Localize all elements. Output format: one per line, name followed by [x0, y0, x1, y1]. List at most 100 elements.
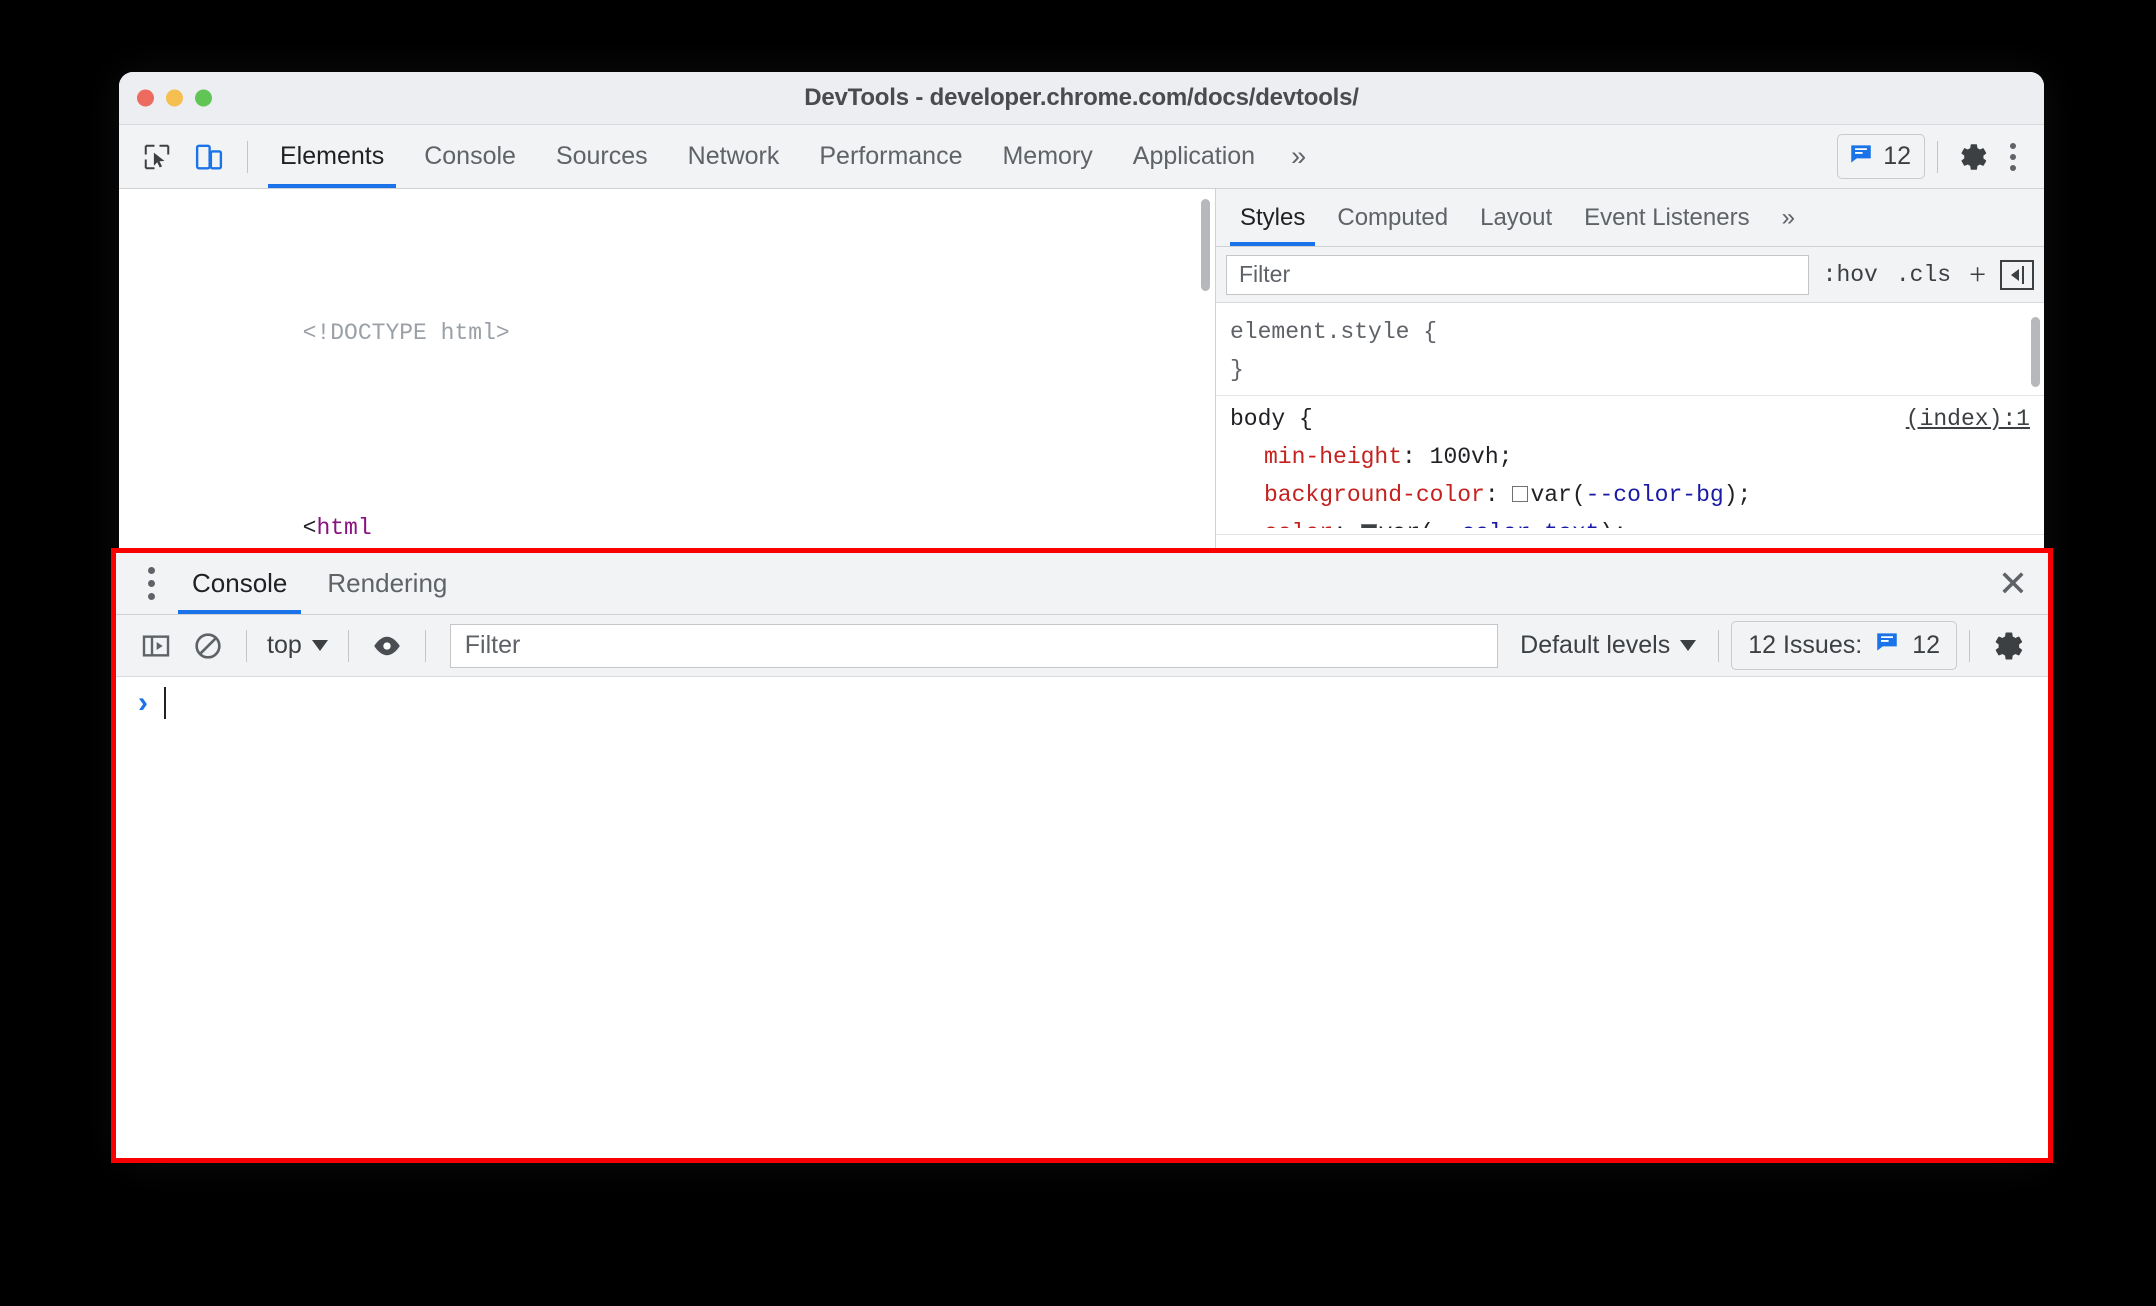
minimize-window-button[interactable] [166, 89, 183, 107]
console-issues-label: 12 Issues: [1748, 631, 1863, 659]
console-filter-placeholder: Filter [464, 631, 521, 659]
console-context-selector[interactable]: top [259, 631, 336, 660]
tab-layout[interactable]: Layout [1464, 189, 1568, 246]
tree-line-doctype[interactable]: <!DOCTYPE html> [119, 275, 1215, 392]
kebab-menu-icon[interactable] [1996, 134, 2030, 180]
elements-tree-pane[interactable]: <!DOCTYPE html> <html lang="en" data-coo… [119, 189, 1216, 549]
val-color-prefix: var( [1379, 520, 1434, 528]
drawer-tab-rendering[interactable]: Rendering [307, 553, 467, 614]
decl-color[interactable]: color: var(--color-text); [1230, 514, 2030, 528]
console-issues-message-icon [1874, 629, 1900, 662]
val-bg-prefix: var( [1530, 482, 1586, 508]
decl-min-height[interactable]: min-height: 100vh; [1230, 438, 2030, 476]
eye-icon[interactable] [361, 622, 413, 670]
inspect-cursor-icon[interactable] [134, 134, 180, 180]
html-tag-name: html [316, 515, 372, 541]
console-issues-count: 12 [1912, 631, 1940, 659]
val-color-variable[interactable]: --color-text [1434, 520, 1600, 528]
styles-pane: Styles Computed Layout Event Listeners »… [1216, 189, 2044, 549]
styles-scrollbar[interactable] [2031, 317, 2040, 387]
tab-console-label: Console [424, 142, 516, 170]
issues-count-label: 12 [1883, 142, 1911, 170]
tab-event-listeners[interactable]: Event Listeners [1568, 189, 1765, 246]
tree-scrollbar[interactable] [1201, 199, 1210, 291]
drawer-tab-rendering-label: Rendering [327, 568, 448, 598]
toggle-sidebar-icon[interactable] [2000, 259, 2034, 290]
styles-tabbar: Styles Computed Layout Event Listeners » [1216, 189, 2044, 247]
element-style-selector: element.style { [1230, 319, 1438, 345]
console-output-area[interactable]: › [116, 677, 2048, 1107]
main-toolbar: Elements Console Sources Network Perform… [119, 125, 2044, 189]
close-window-button[interactable] [137, 89, 154, 107]
console-toolbar-divider-4 [1718, 629, 1720, 662]
tab-layout-label: Layout [1480, 203, 1553, 231]
panel-split: <!DOCTYPE html> <html lang="en" data-coo… [119, 189, 2044, 549]
drawer-tab-console-label: Console [192, 568, 288, 598]
tab-memory[interactable]: Memory [982, 125, 1112, 188]
dom-tree: <!DOCTYPE html> <html lang="en" data-coo… [119, 189, 1215, 549]
val-bg-variable[interactable]: --color-bg [1586, 482, 1724, 508]
rule-body[interactable]: body { (index):1 min-height: 100vh; back… [1216, 396, 2044, 535]
drawer-tabbar: Console Rendering ✕ [116, 553, 2048, 615]
toolbar-divider [247, 140, 248, 173]
tab-sources[interactable]: Sources [536, 125, 668, 188]
color-swatch-text[interactable] [1360, 524, 1377, 528]
chevron-down-icon [311, 640, 328, 651]
console-filter-input[interactable]: Filter [449, 623, 1499, 668]
styles-filter-input[interactable]: Filter [1226, 254, 1809, 295]
console-toolbar-divider-3 [424, 629, 426, 662]
tab-application[interactable]: Application [1113, 125, 1275, 188]
tab-computed[interactable]: Computed [1321, 189, 1464, 246]
tree-line-html[interactable]: <html lang="en" data-cookies-accepted> [119, 470, 1215, 549]
traffic-lights [137, 89, 212, 107]
decl-background-color[interactable]: background-color: var(--color-bg); [1230, 476, 2030, 514]
clear-console-icon[interactable] [182, 622, 234, 670]
levels-chevron-down-icon [1680, 640, 1697, 651]
tab-performance-label: Performance [819, 142, 963, 170]
css-rules-area: element.style { } body { (index):1 min-h… [1216, 303, 2044, 535]
styles-more-tabs-chevron-icon[interactable]: » [1766, 189, 1811, 246]
tab-console[interactable]: Console [404, 125, 536, 188]
hov-button[interactable]: :hov [1819, 262, 1882, 288]
tab-sources-label: Sources [555, 142, 648, 170]
issues-badge-button[interactable]: 12 [1837, 134, 1925, 179]
body-rule-source-link[interactable]: (index):1 [1906, 400, 2030, 438]
val-color-suffix: ); [1599, 520, 1627, 528]
toolbar-right-controls: 12 [1837, 134, 2044, 180]
more-tabs-chevron-icon[interactable]: » [1275, 125, 1322, 188]
cls-button[interactable]: .cls [1892, 262, 1955, 288]
toolbar-divider-2 [1937, 140, 1938, 173]
console-sidebar-icon[interactable] [130, 622, 182, 670]
gear-icon[interactable] [1950, 134, 1996, 180]
drawer-tab-console[interactable]: Console [172, 553, 307, 614]
console-settings-gear-icon[interactable] [1982, 622, 2034, 670]
console-prompt-icon: › [138, 686, 148, 719]
console-drawer: Console Rendering ✕ top Filter Default l… [111, 548, 2053, 1163]
styles-toolbar: Filter :hov .cls + [1216, 247, 2044, 303]
tab-styles-label: Styles [1240, 203, 1306, 231]
close-drawer-button[interactable]: ✕ [1978, 553, 2048, 614]
tab-styles[interactable]: Styles [1224, 189, 1321, 246]
tab-memory-label: Memory [1002, 142, 1093, 170]
rule-element-style[interactable]: element.style { } [1216, 309, 2044, 396]
maximize-window-button[interactable] [195, 89, 212, 107]
tab-event-listeners-label: Event Listeners [1584, 203, 1750, 231]
console-levels-selector[interactable]: Default levels [1510, 631, 1706, 660]
tab-elements-label: Elements [280, 142, 385, 170]
device-toolbar-icon[interactable] [186, 134, 232, 180]
tab-performance[interactable]: Performance [799, 125, 982, 188]
tab-elements[interactable]: Elements [260, 125, 404, 188]
window-titlebar: DevTools - developer.chrome.com/docs/dev… [119, 72, 2044, 125]
console-prompt-row[interactable]: › [116, 677, 2048, 729]
tab-network[interactable]: Network [668, 125, 800, 188]
console-levels-label: Default levels [1520, 631, 1671, 659]
console-issues-button[interactable]: 12 Issues: 12 [1731, 621, 1957, 670]
console-context-label: top [267, 631, 302, 659]
drawer-kebab-menu-icon[interactable] [130, 553, 172, 614]
element-style-header: element.style { [1230, 313, 2030, 351]
issues-message-icon [1848, 141, 1874, 172]
val-bg-suffix: ); [1723, 482, 1752, 508]
tab-computed-label: Computed [1337, 203, 1449, 231]
new-style-rule-button[interactable]: + [1965, 259, 1990, 290]
color-swatch-bg[interactable] [1512, 486, 1529, 502]
